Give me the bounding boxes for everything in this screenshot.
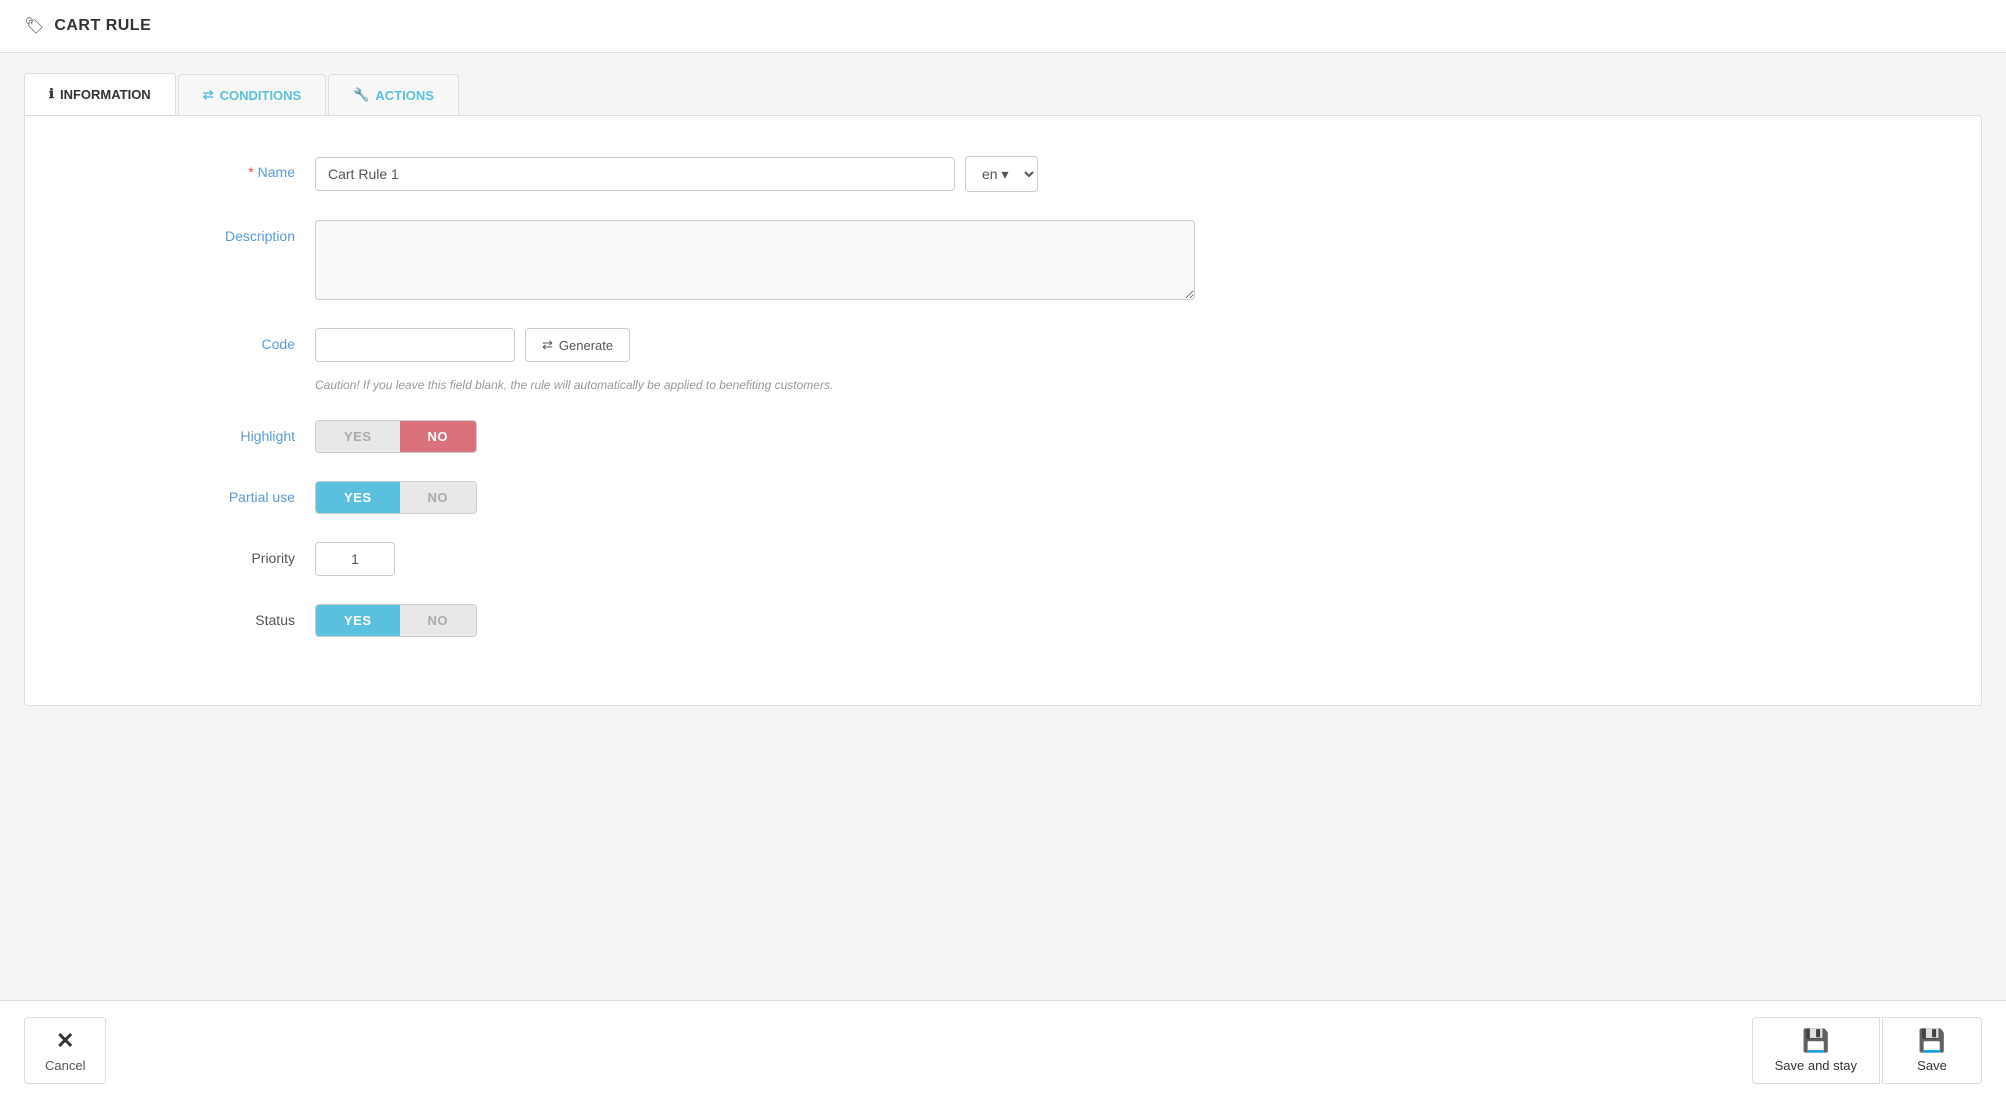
name-input[interactable] <box>315 157 955 191</box>
cancel-icon: ✕ <box>56 1028 74 1054</box>
partial-use-row: Partial use YES NO <box>55 481 1951 514</box>
tab-information[interactable]: ℹ INFORMATION <box>24 73 176 115</box>
highlight-yes-button[interactable]: YES <box>316 421 400 452</box>
highlight-no-button[interactable]: NO <box>400 421 477 452</box>
status-control: YES NO <box>315 604 1195 637</box>
caution-text: Caution! If you leave this field blank, … <box>315 378 1195 392</box>
status-toggle: YES NO <box>315 604 477 637</box>
tab-conditions[interactable]: ⇄ CONDITIONS <box>178 74 327 115</box>
name-label: Name <box>55 156 315 180</box>
partial-use-toggle: YES NO <box>315 481 477 514</box>
conditions-icon: ⇄ <box>203 87 214 103</box>
info-icon: ℹ <box>49 86 54 102</box>
status-row: Status YES NO <box>55 604 1951 637</box>
partial-use-label: Partial use <box>55 481 315 505</box>
description-control <box>315 220 1195 300</box>
highlight-label: Highlight <box>55 420 315 444</box>
page-header: 🏷 CART RULE <box>0 0 2006 53</box>
save-and-stay-button[interactable]: 💾 Save and stay <box>1752 1017 1880 1084</box>
actions-icon: 🔧 <box>353 87 369 103</box>
priority-row: Priority <box>55 542 1951 576</box>
name-row: Name en ▾ <box>55 156 1951 192</box>
priority-input[interactable] <box>315 542 395 576</box>
generate-icon: ⇄ <box>542 337 553 353</box>
status-no-button[interactable]: NO <box>400 605 477 636</box>
language-select[interactable]: en ▾ <box>965 156 1038 192</box>
description-textarea[interactable] <box>315 220 1195 300</box>
cart-rule-icon: 🏷 <box>24 16 44 36</box>
partial-use-control: YES NO <box>315 481 1195 514</box>
name-control: en ▾ <box>315 156 1195 192</box>
priority-label: Priority <box>55 542 315 566</box>
code-row: Code ⇄ Generate Caution! If you leave th… <box>55 328 1951 392</box>
generate-button[interactable]: ⇄ Generate <box>525 328 630 362</box>
save-stay-icon: 💾 <box>1802 1028 1829 1054</box>
highlight-toggle: YES NO <box>315 420 477 453</box>
status-yes-button[interactable]: YES <box>316 605 400 636</box>
tab-actions[interactable]: 🔧 ACTIONS <box>328 74 459 115</box>
description-row: Description <box>55 220 1951 300</box>
highlight-row: Highlight YES NO <box>55 420 1951 453</box>
partial-use-yes-button[interactable]: YES <box>316 482 400 513</box>
priority-control <box>315 542 1195 576</box>
footer-right: 💾 Save and stay 💾 Save <box>1752 1017 1982 1084</box>
save-button[interactable]: 💾 Save <box>1882 1017 1982 1084</box>
code-control: ⇄ Generate Caution! If you leave this fi… <box>315 328 1195 392</box>
save-icon: 💾 <box>1918 1028 1945 1054</box>
code-input[interactable] <box>315 328 515 362</box>
description-label: Description <box>55 220 315 244</box>
page-title: CART RULE <box>54 17 151 35</box>
main-content: ℹ INFORMATION ⇄ CONDITIONS 🔧 ACTIONS Nam… <box>0 53 2006 1000</box>
code-label: Code <box>55 328 315 352</box>
highlight-control: YES NO <box>315 420 1195 453</box>
tabs-container: ℹ INFORMATION ⇄ CONDITIONS 🔧 ACTIONS <box>24 73 1982 115</box>
partial-use-no-button[interactable]: NO <box>400 482 477 513</box>
status-label: Status <box>55 604 315 628</box>
form-panel: Name en ▾ Description Code <box>24 115 1982 706</box>
page-wrapper: 🏷 CART RULE ℹ INFORMATION ⇄ CONDITIONS 🔧… <box>0 0 2006 1100</box>
footer: ✕ Cancel 💾 Save and stay 💾 Save <box>0 1000 2006 1100</box>
cancel-button[interactable]: ✕ Cancel <box>24 1017 106 1084</box>
